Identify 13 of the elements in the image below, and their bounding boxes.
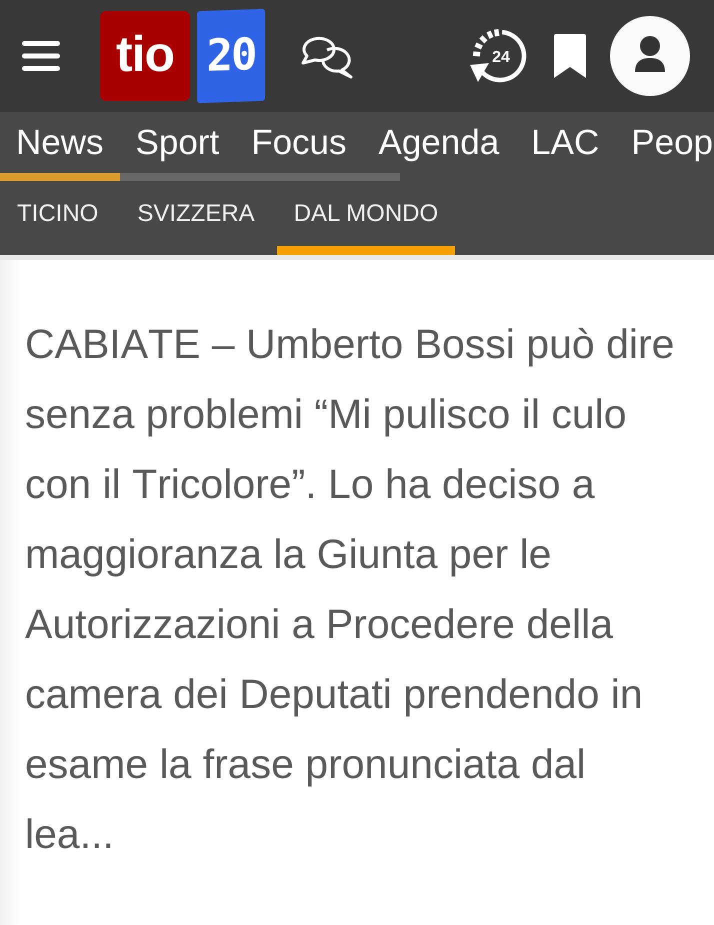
- logo-digits-tile[interactable]: 20: [197, 8, 265, 104]
- region-tab[interactable]: TICINO: [0, 185, 116, 255]
- article-text: CABIATE – Umberto Bossi può dire senza problemi “Mi pulisco il culo con il Tricolore”. Lo ha deciso a maggioranza la Giunta per le Autorizzazioni a Procedere della camera dei Deputati prendendo in esame la frase pronunciata dal lea...: [25, 320, 676, 859]
- section-tab[interactable]: Focus: [235, 112, 362, 181]
- section-tab[interactable]: Peop: [615, 112, 714, 181]
- logo-word-tile[interactable]: tio: [100, 11, 190, 101]
- bookmark-icon[interactable]: [554, 34, 586, 78]
- section-tab[interactable]: Agenda: [362, 112, 516, 181]
- user-avatar-icon[interactable]: [610, 16, 690, 96]
- section-tab[interactable]: Sport: [120, 112, 236, 181]
- region-tab[interactable]: SVIZZERA: [120, 185, 272, 255]
- section-tab[interactable]: LAC: [515, 112, 616, 181]
- menu-icon[interactable]: [22, 41, 60, 71]
